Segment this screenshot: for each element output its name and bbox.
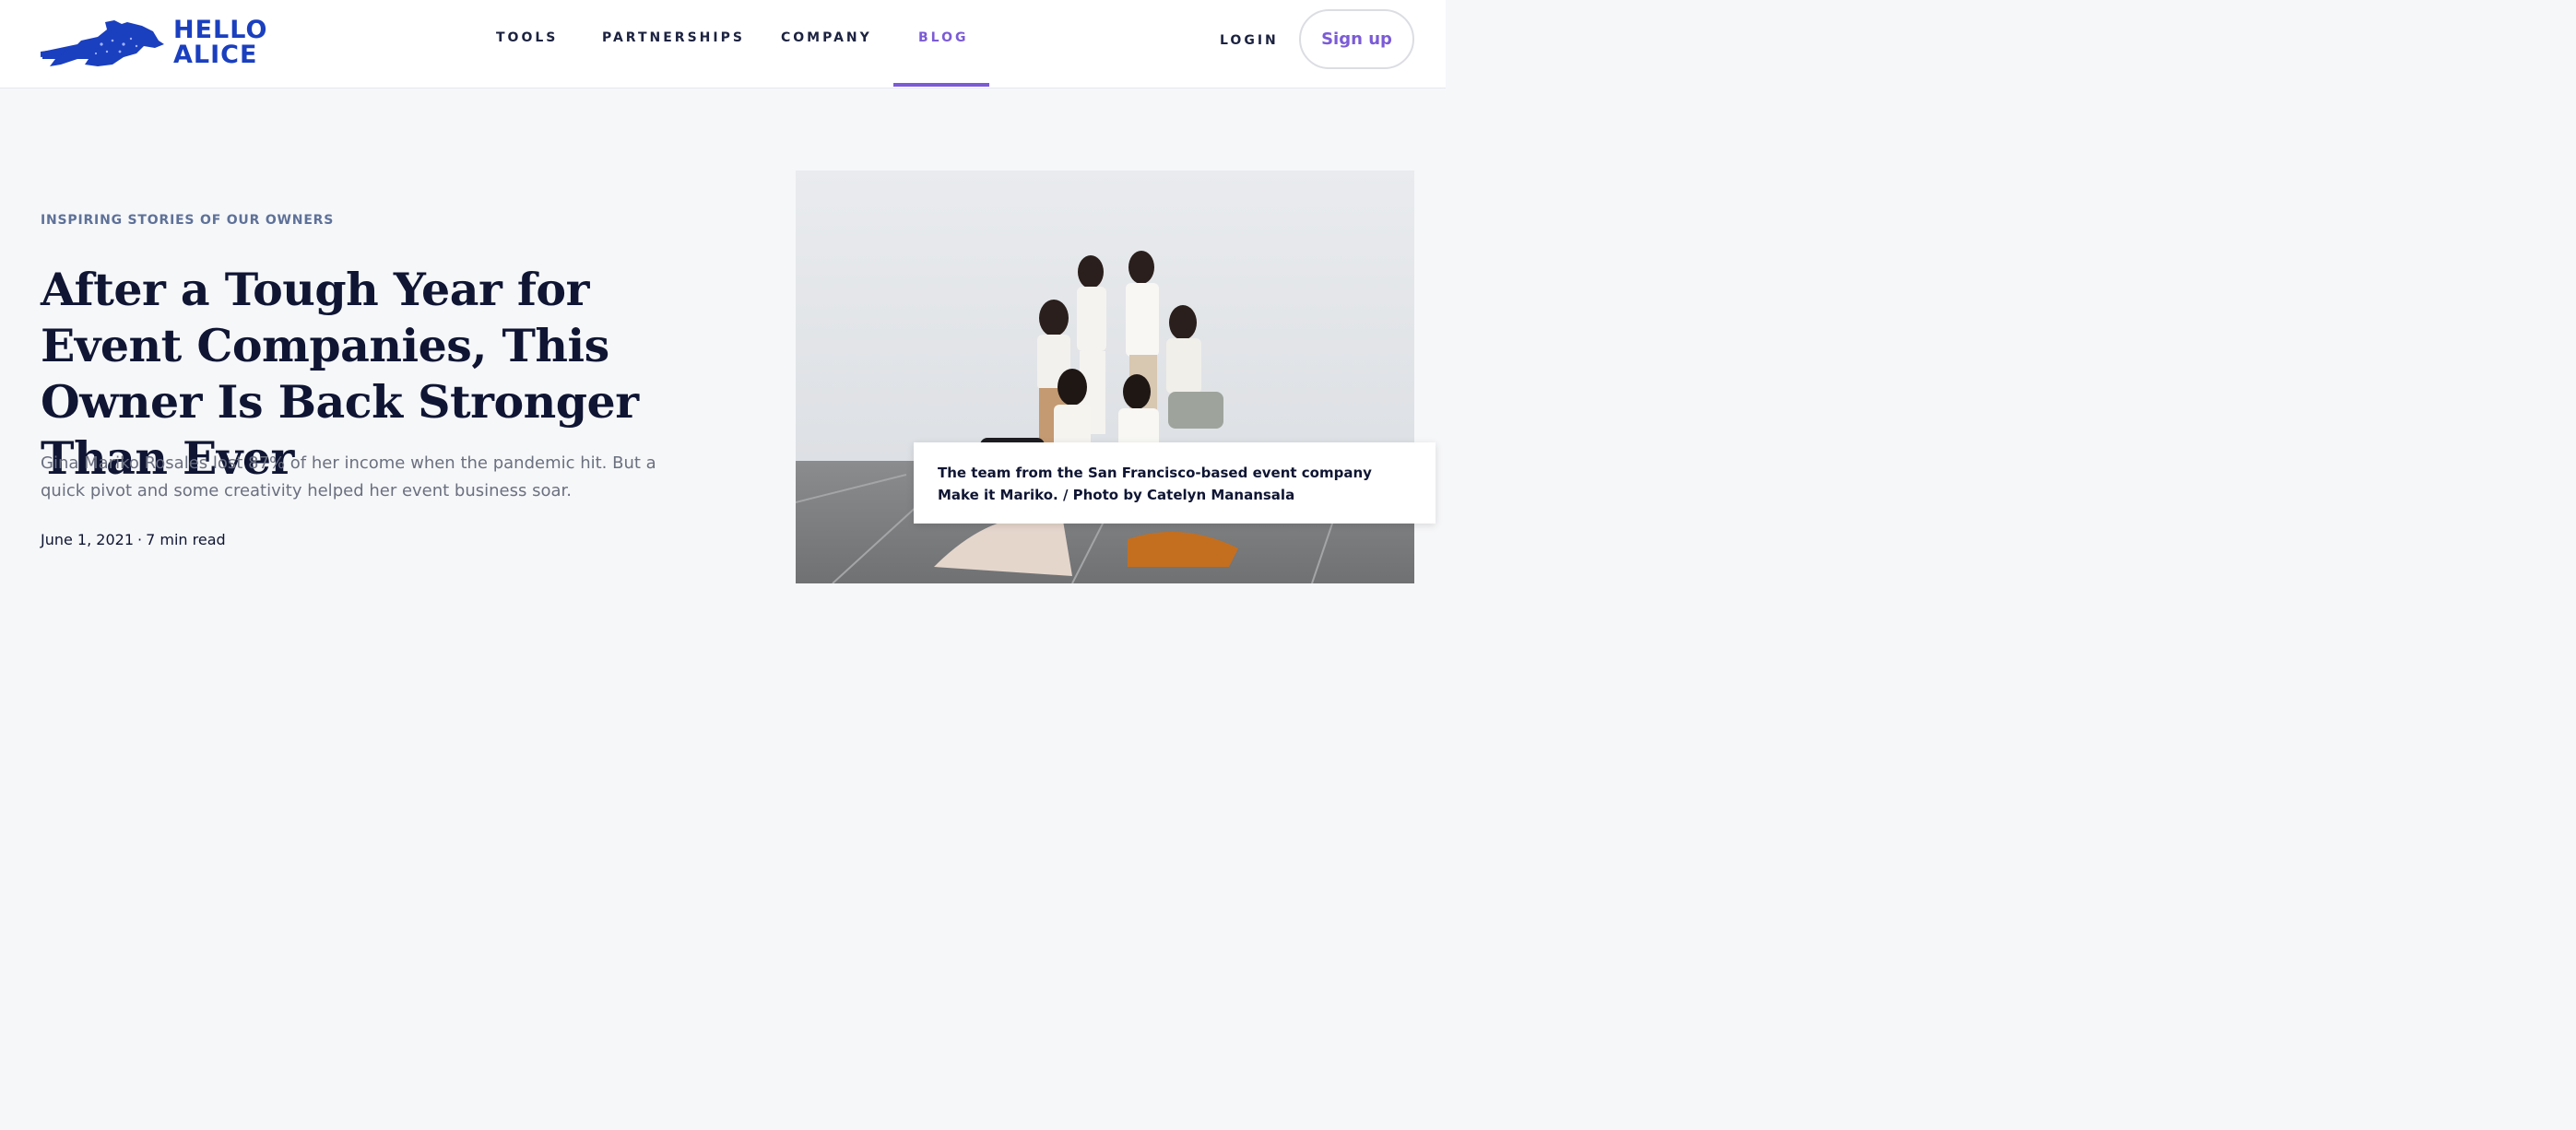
logo-word-1: HELLO bbox=[173, 16, 268, 44]
nav-blog[interactable]: BLOG bbox=[918, 30, 969, 45]
article-meta: June 1, 2021 · 7 min read bbox=[41, 531, 226, 548]
signup-button[interactable]: Sign up bbox=[1299, 9, 1414, 69]
read-time: 7 min read bbox=[146, 531, 226, 548]
site-header: HELLO ALICE TOOLS PARTNERSHIPS COMPANY B… bbox=[0, 0, 1446, 88]
nav-partnerships[interactable]: PARTNERSHIPS bbox=[602, 30, 745, 45]
nav-company[interactable]: COMPANY bbox=[781, 30, 872, 45]
image-caption: The team from the San Francisco-based ev… bbox=[914, 442, 1436, 524]
nav-tools[interactable]: TOOLS bbox=[496, 30, 558, 45]
active-nav-indicator bbox=[893, 83, 989, 87]
logo-word-2: ALICE bbox=[173, 41, 258, 69]
hello-alice-logo[interactable]: HELLO ALICE bbox=[41, 17, 267, 68]
article-summary: Gina Mariko Rosales lost 87% of her inco… bbox=[41, 453, 656, 500]
login-link[interactable]: LOGIN bbox=[1220, 33, 1279, 48]
meta-separator: · bbox=[137, 531, 143, 548]
article-date: June 1, 2021 bbox=[41, 531, 134, 548]
rabbit-logo-icon bbox=[41, 20, 164, 66]
logo-wordmark: HELLO ALICE bbox=[173, 18, 267, 67]
article-category[interactable]: INSPIRING STORIES OF OUR OWNERS bbox=[41, 213, 334, 228]
